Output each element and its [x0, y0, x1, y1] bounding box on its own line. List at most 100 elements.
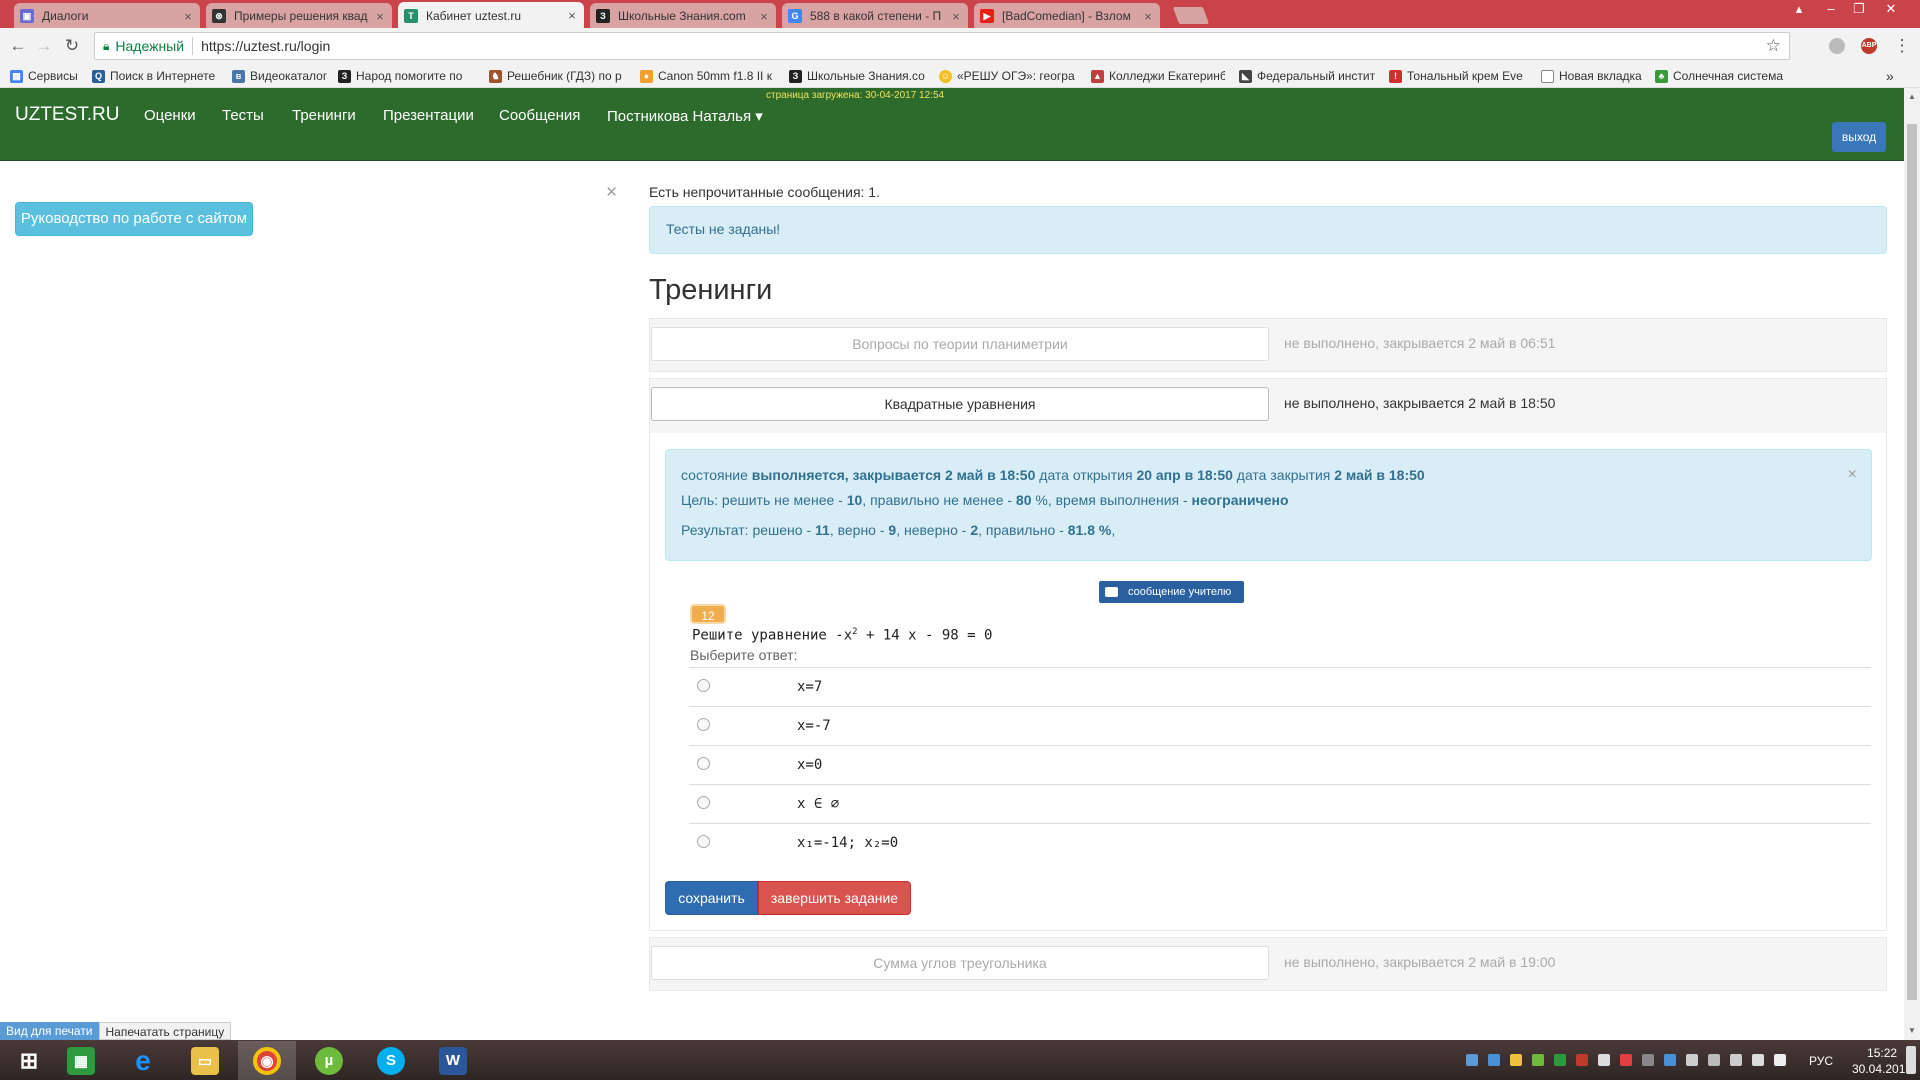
browser-tab-strip: ▣ Диалоги × ⊗ Примеры решения квад × T К…	[0, 0, 1920, 29]
training-button[interactable]: Квадратные уравнения	[651, 387, 1269, 421]
answer-radio[interactable]	[697, 679, 710, 692]
training-button[interactable]: Вопросы по теории планиметрии	[651, 327, 1269, 361]
site-brand[interactable]: UZTEST.RU	[15, 104, 120, 126]
tray-app-icon[interactable]	[1510, 1054, 1522, 1066]
training-button[interactable]: Сумма углов треугольника	[651, 946, 1269, 980]
taskbar-utorrent[interactable]: µ	[300, 1041, 358, 1080]
answer-radio[interactable]	[697, 796, 710, 809]
close-icon[interactable]: ×	[1848, 466, 1857, 484]
start-button[interactable]: ⊞	[0, 1041, 58, 1080]
answer-radio[interactable]	[697, 757, 710, 770]
tray-app-icon[interactable]	[1598, 1054, 1610, 1066]
finish-task-button[interactable]: завершить задание	[758, 881, 911, 915]
address-bar[interactable]: 🔒︎ Надежный https://uztest.ru/login ☆	[94, 32, 1790, 60]
close-tab-icon[interactable]: ×	[566, 8, 578, 23]
tray-app-icon[interactable]	[1532, 1054, 1544, 1066]
language-indicator[interactable]: РУС	[1809, 1054, 1833, 1068]
adblock-icon[interactable]: ABP	[1861, 38, 1877, 54]
browser-tab[interactable]: ▶ [BadComedian] - Взлом ×	[974, 3, 1160, 29]
browser-tab[interactable]: ▣ Диалоги ×	[14, 3, 200, 29]
print-view-link[interactable]: Вид для печати	[0, 1022, 99, 1040]
more-bookmarks-icon[interactable]: »	[1886, 68, 1900, 84]
bookmark-item[interactable]: ▦ Сервисы	[10, 68, 86, 84]
system-clock[interactable]: 15:22 30.04.2017	[1852, 1045, 1912, 1077]
profile-icon[interactable]: ▴	[1786, 0, 1812, 20]
extension-icon[interactable]	[1829, 38, 1845, 54]
answer-option[interactable]: x=7	[689, 667, 1871, 706]
tray-app-icon[interactable]	[1620, 1054, 1632, 1066]
bookmark-item[interactable]: ● Canon 50mm f1.8 II к	[640, 68, 776, 84]
nav-trainings[interactable]: Тренинги	[292, 107, 356, 124]
tray-app-icon[interactable]	[1686, 1054, 1698, 1066]
nav-presentations[interactable]: Презентации	[383, 107, 474, 124]
bookmark-item[interactable]: З Школьные Знания.со	[789, 68, 925, 84]
bookmark-item[interactable]: ◣ Федеральный инстит	[1239, 68, 1375, 84]
back-icon[interactable]: ←	[8, 36, 28, 56]
bookmark-item[interactable]: в Видеокаталог	[232, 68, 332, 84]
close-tab-icon[interactable]: ×	[1142, 9, 1154, 24]
answer-radio[interactable]	[697, 835, 710, 848]
new-tab-button[interactable]	[1172, 7, 1210, 24]
menu-icon[interactable]: ⋮	[1892, 36, 1912, 56]
nav-grades[interactable]: Оценки	[144, 107, 196, 124]
bookmark-item[interactable]: З Народ помогите по	[338, 68, 474, 84]
tray-app-icon[interactable]	[1642, 1054, 1654, 1066]
logout-button[interactable]: выход	[1832, 122, 1886, 152]
answer-option[interactable]: x ∈ ∅	[689, 784, 1871, 823]
answer-option[interactable]: x=0	[689, 745, 1871, 784]
tray-app-icon[interactable]	[1554, 1054, 1566, 1066]
tray-app-icon[interactable]	[1708, 1054, 1720, 1066]
browser-tab[interactable]: G 588 в какой степени - П ×	[782, 3, 968, 29]
restore-icon[interactable]: ❐	[1846, 0, 1872, 20]
bookmark-star-icon[interactable]: ☆	[1766, 36, 1781, 56]
volume-icon[interactable]	[1774, 1054, 1786, 1066]
browser-tab-active[interactable]: T Кабинет uztest.ru ×	[398, 2, 584, 29]
scroll-up-icon[interactable]: ▲	[1908, 92, 1916, 101]
minimize-icon[interactable]: –	[1818, 0, 1844, 20]
print-page-link[interactable]: Напечатать страницу	[98, 1022, 232, 1040]
taskbar-chrome[interactable]: ◉	[238, 1041, 296, 1080]
network-icon[interactable]	[1752, 1054, 1764, 1066]
bookmark-item[interactable]: ☺ «РЕШУ ОГЭ»: геогра	[939, 68, 1075, 84]
bookmark-item[interactable]: Q Поиск в Интернете	[92, 68, 224, 84]
reload-icon[interactable]: ↻	[62, 36, 82, 56]
bookmark-item[interactable]: ▲ Колледжи Екатеринб	[1091, 68, 1225, 84]
tab-title: 588 в какой степени - П	[810, 9, 942, 23]
close-icon[interactable]: ×	[606, 182, 617, 204]
answer-option[interactable]: x=-7	[689, 706, 1871, 745]
taskbar-store[interactable]: ▦	[52, 1041, 110, 1080]
forward-icon[interactable]: →	[34, 36, 54, 56]
close-tab-icon[interactable]: ×	[374, 9, 386, 24]
tray-app-icon[interactable]	[1576, 1054, 1588, 1066]
bookmark-item[interactable]: ♞ Решебник (ГДЗ) по р	[489, 68, 623, 84]
save-button[interactable]: сохранить	[665, 881, 758, 915]
answer-option[interactable]: x₁=-14; x₂=0	[689, 823, 1871, 862]
tray-app-icon[interactable]	[1488, 1054, 1500, 1066]
browser-tab[interactable]: З Школьные Знания.com ×	[590, 3, 776, 29]
nav-messages[interactable]: Сообщения	[499, 107, 580, 124]
taskbar-skype[interactable]: S	[362, 1041, 420, 1080]
battery-icon[interactable]	[1730, 1054, 1742, 1066]
bookmark-item[interactable]: ♣ Солнечная система	[1655, 68, 1791, 84]
notifications-icon[interactable]	[1906, 1046, 1916, 1074]
message-teacher-button[interactable]: сообщение учителю	[1099, 581, 1244, 603]
scrollbar-thumb[interactable]	[1907, 124, 1917, 1000]
bookmark-item[interactable]: ! Тональный крем Eve	[1389, 68, 1525, 84]
answer-radio[interactable]	[697, 718, 710, 731]
browser-tab[interactable]: ⊗ Примеры решения квад ×	[206, 3, 392, 29]
nav-user-menu[interactable]: Постникова Наталья ▾	[607, 107, 763, 125]
nav-tests[interactable]: Тесты	[222, 107, 264, 124]
close-tab-icon[interactable]: ×	[758, 9, 770, 24]
page-scrollbar[interactable]: ▲ ▼	[1904, 88, 1920, 1040]
close-tab-icon[interactable]: ×	[182, 9, 194, 24]
bookmark-item[interactable]: Новая вкладка	[1541, 68, 1645, 84]
taskbar-ie[interactable]: e	[114, 1041, 172, 1080]
tray-app-icon[interactable]	[1466, 1054, 1478, 1066]
close-window-icon[interactable]: ✕	[1878, 0, 1904, 20]
taskbar-word[interactable]: W	[424, 1041, 482, 1080]
bluetooth-icon[interactable]	[1664, 1054, 1676, 1066]
close-tab-icon[interactable]: ×	[950, 9, 962, 24]
taskbar-explorer[interactable]: ▭	[176, 1041, 234, 1080]
scroll-down-icon[interactable]: ▼	[1908, 1026, 1916, 1035]
site-guide-button[interactable]: Руководство по работе с сайтом	[15, 202, 253, 236]
